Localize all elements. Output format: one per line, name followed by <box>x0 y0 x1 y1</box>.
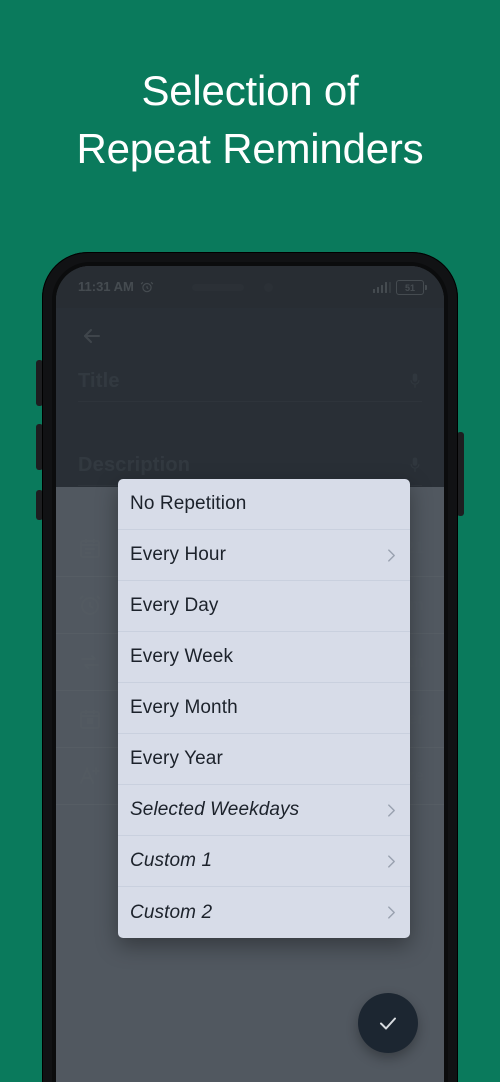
headline-line-1: Selection of <box>141 67 359 114</box>
menu-item-custom-1[interactable]: Custom 1 <box>118 836 410 887</box>
menu-item-every-day[interactable]: Every Day <box>118 581 410 632</box>
menu-item-every-year[interactable]: Every Year <box>118 734 410 785</box>
chevron-right-icon <box>387 548 396 563</box>
menu-item-label: Custom 1 <box>130 850 213 871</box>
menu-item-every-hour[interactable]: Every Hour <box>118 530 410 581</box>
chevron-right-icon <box>387 803 396 818</box>
menu-item-label: Selected Weekdays <box>130 799 300 820</box>
menu-item-every-month[interactable]: Every Month <box>118 683 410 734</box>
menu-item-label: Custom 2 <box>130 901 213 923</box>
menu-item-label: Every Month <box>130 697 238 718</box>
save-fab-button[interactable] <box>358 993 418 1053</box>
check-icon <box>380 1017 396 1030</box>
menu-item-label: Every Year <box>130 748 223 769</box>
scrim-top-section <box>56 266 444 487</box>
chevron-right-icon <box>387 905 396 920</box>
power-button[interactable] <box>457 432 464 516</box>
menu-item-label: No Repetition <box>130 493 247 514</box>
menu-item-label: Every Hour <box>130 544 227 565</box>
menu-item-selected-weekdays[interactable]: Selected Weekdays <box>118 785 410 836</box>
repeat-options-menu: No Repetition Every Hour Every Day Every… <box>118 479 410 938</box>
promo-headline: Selection of Repeat Reminders <box>0 62 500 178</box>
menu-item-custom-2[interactable]: Custom 2 <box>118 887 410 938</box>
headline-line-2: Repeat Reminders <box>76 125 424 172</box>
menu-item-no-repetition[interactable]: No Repetition <box>118 479 410 530</box>
menu-item-label: Every Day <box>130 595 219 616</box>
phone-screen: 11:31 AM 51 <box>56 266 444 1082</box>
phone-frame: 11:31 AM 51 <box>42 252 458 1082</box>
menu-item-label: Every Week <box>130 646 234 667</box>
menu-item-every-week[interactable]: Every Week <box>118 632 410 683</box>
promo-screenshot: Selection of Repeat Reminders 11:31 AM <box>0 0 500 1082</box>
chevron-right-icon <box>387 854 396 869</box>
